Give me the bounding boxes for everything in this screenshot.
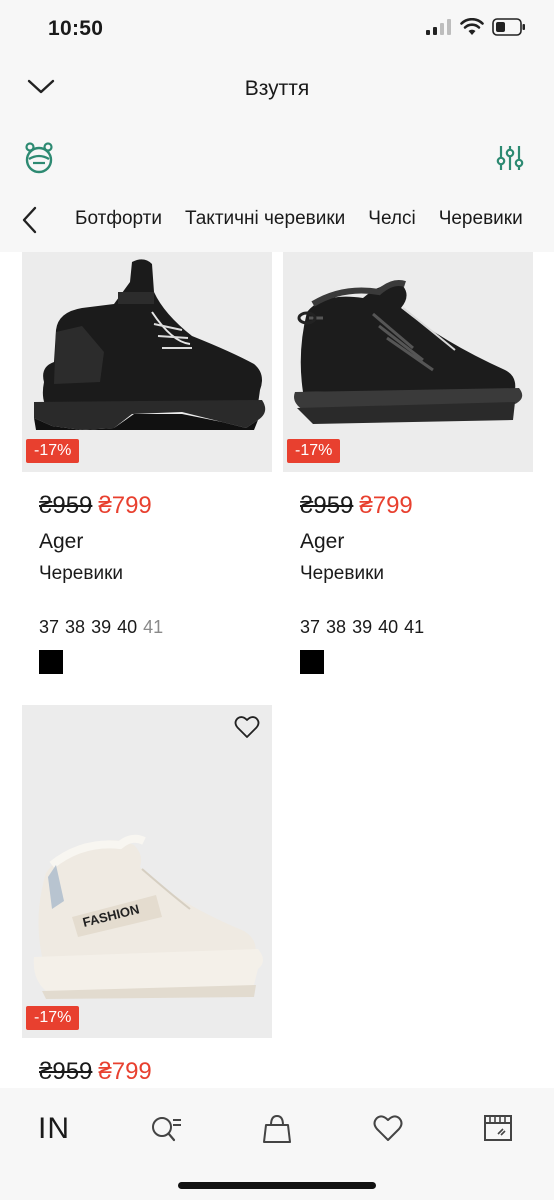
- status-time: 10:50: [48, 17, 104, 40]
- old-price: ₴959: [39, 492, 93, 519]
- tab-home-label: IN: [38, 1112, 70, 1145]
- cellular-signal-icon: [426, 19, 451, 35]
- discount-badge: -17%: [26, 1006, 80, 1030]
- category-scroller[interactable]: Ботфорти Тактичні черевики Челсі Черевик…: [0, 200, 554, 240]
- size-option: 37: [39, 617, 60, 637]
- new-price: ₴799: [98, 1058, 152, 1085]
- kids-bear-icon[interactable]: [24, 142, 54, 174]
- size-option: 38: [326, 617, 347, 637]
- size-option: 40: [117, 617, 138, 637]
- old-price: ₴959: [300, 492, 354, 519]
- color-swatch: [39, 650, 63, 674]
- tab-home[interactable]: IN: [38, 1112, 70, 1146]
- heart-icon[interactable]: [373, 1114, 403, 1142]
- search-icon[interactable]: [151, 1114, 183, 1144]
- wifi-icon: [460, 18, 484, 35]
- size-list: 37 38 39 40 41: [22, 617, 272, 638]
- product-type: Черевики: [300, 563, 384, 584]
- new-price: ₴799: [98, 492, 152, 519]
- category-chip[interactable]: Ботфорти: [75, 208, 162, 230]
- product-image[interactable]: FASHION -17%: [22, 705, 272, 1038]
- discount-badge: -17%: [26, 439, 80, 463]
- product-card[interactable]: FASHION -17% ₴959 ₴799: [22, 705, 272, 1086]
- size-option: 40: [378, 617, 399, 637]
- status-icons: [426, 18, 526, 36]
- size-option: 38: [65, 617, 86, 637]
- size-option-unavailable: 41: [143, 617, 164, 637]
- home-indicator: [178, 1182, 376, 1189]
- price-row: ₴959 ₴799: [22, 492, 272, 520]
- price-row: ₴959 ₴799: [22, 1058, 272, 1086]
- product-type: Черевики: [39, 563, 123, 584]
- product-image[interactable]: -17%: [22, 252, 272, 472]
- product-image[interactable]: -17%: [283, 252, 533, 472]
- old-price: ₴959: [39, 1058, 93, 1085]
- white-chunky-sneaker-image: FASHION: [33, 834, 263, 999]
- product-card[interactable]: -17% ₴959 ₴799 Ager Черевики 37 38 39 40…: [22, 252, 272, 674]
- product-card[interactable]: -17% ₴959 ₴799 Ager Черевики 37 38 39 40…: [283, 252, 533, 674]
- header: Взуття Ботфорти Тактичні черевики Челсі …: [0, 60, 554, 252]
- new-price: ₴799: [359, 492, 413, 519]
- page-title: Взуття: [244, 77, 310, 100]
- status-bar: 10:50: [0, 0, 554, 60]
- chevron-left-icon[interactable]: [20, 206, 40, 234]
- product-brand: Ager: [39, 530, 84, 553]
- category-chip[interactable]: Тактичні черевики: [185, 208, 345, 230]
- price-row: ₴959 ₴799: [283, 492, 533, 520]
- category-list: Ботфорти Тактичні черевики Челсі Черевик…: [75, 208, 523, 230]
- size-option: 41: [404, 617, 425, 637]
- color-swatch: [300, 650, 324, 674]
- battery-icon: [492, 18, 525, 36]
- category-chip[interactable]: Челсі: [368, 208, 415, 230]
- category-chip[interactable]: Черевики: [439, 208, 523, 230]
- size-list: 37 38 39 40 41: [283, 617, 533, 638]
- shopping-bag-icon[interactable]: [263, 1114, 291, 1144]
- size-option: 37: [300, 617, 321, 637]
- filter-icon[interactable]: [496, 144, 524, 172]
- size-option: 39: [91, 617, 112, 637]
- discount-badge: -17%: [287, 439, 341, 463]
- product-brand: Ager: [300, 530, 345, 553]
- size-option: 39: [352, 617, 373, 637]
- store-icon[interactable]: [484, 1114, 512, 1142]
